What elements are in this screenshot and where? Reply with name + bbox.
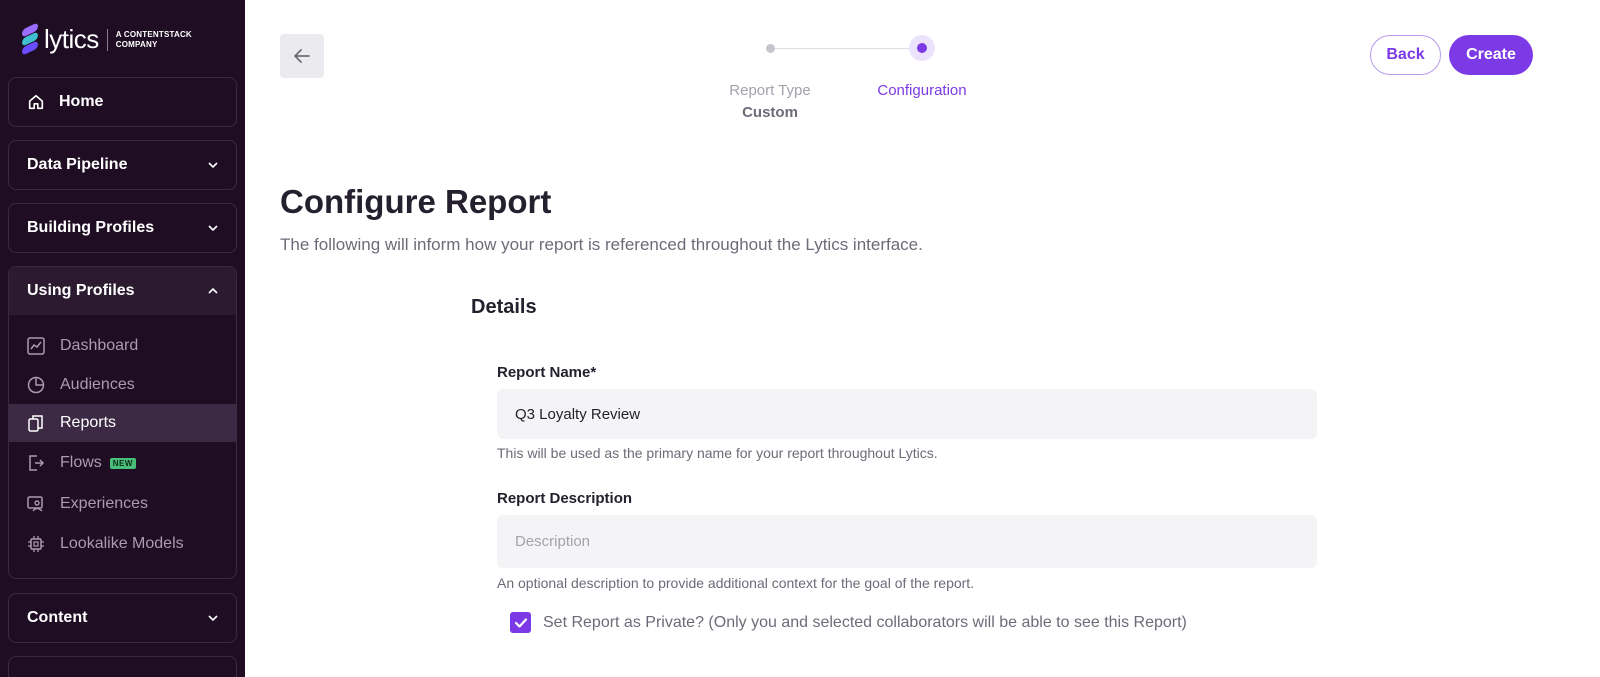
sidebar-item-reports[interactable]: Reports (9, 404, 236, 442)
nav-data-pipeline-label: Data Pipeline (27, 156, 128, 173)
nav-content[interactable]: Content (8, 593, 237, 643)
step-configuration-label: Configuration (877, 82, 967, 99)
sidebar-item-experiences[interactable]: Experiences (9, 484, 236, 524)
lytics-logo[interactable]: lytics A CONTENTSTACK COMPANY (22, 21, 192, 56)
chevron-up-icon (208, 287, 218, 294)
checkmark-icon (514, 617, 527, 628)
create-button[interactable]: Create (1449, 35, 1533, 75)
arrow-left-icon (294, 49, 310, 63)
page-subtitle: The following will inform how your repor… (280, 235, 923, 254)
chevron-down-icon (208, 615, 218, 622)
nav-building-profiles[interactable]: Building Profiles (8, 203, 237, 253)
sidebar-item-flows[interactable]: Flows NEW (9, 442, 236, 484)
nav-home-label: Home (59, 93, 104, 110)
private-checkbox-label: Set Report as Private? (Only you and sel… (543, 613, 1187, 631)
report-description-help: An optional description to provide addit… (497, 575, 975, 591)
section-title-details: Details (471, 296, 537, 318)
step-report-type-label: Report Type (729, 82, 811, 99)
logo-mark-icon (22, 21, 40, 56)
nav-more[interactable] (8, 656, 237, 677)
stepper-line (770, 48, 922, 49)
new-badge: NEW (109, 457, 136, 469)
home-icon (28, 94, 44, 110)
chip-icon (27, 535, 45, 553)
nav-content-label: Content (27, 609, 88, 626)
stepper: Report Type Custom Configuration (700, 30, 1020, 130)
pie-chart-icon (27, 376, 45, 394)
private-checkbox-row[interactable]: Set Report as Private? (Only you and sel… (510, 612, 1187, 633)
monitor-user-icon (27, 495, 45, 513)
door-arrow-icon (27, 454, 45, 472)
nav-using-profiles: Using Profiles Dashboard Audiences Repor… (8, 266, 237, 579)
report-name-help: This will be used as the primary name fo… (497, 445, 938, 461)
logo-subtitle: A CONTENTSTACK COMPANY (115, 29, 192, 49)
page-title: Configure Report (280, 183, 552, 220)
nav-using-profiles-label: Using Profiles (27, 282, 135, 299)
report-name-input[interactable] (497, 389, 1317, 439)
step-dot-configuration (909, 35, 935, 61)
nav-home[interactable]: Home (8, 77, 237, 127)
step-dot-report-type (766, 44, 775, 53)
nav-using-profiles-header[interactable]: Using Profiles (9, 267, 236, 315)
nav-data-pipeline[interactable]: Data Pipeline (8, 140, 237, 190)
copy-document-icon (27, 414, 45, 432)
chevron-down-icon (208, 225, 218, 232)
chart-line-icon (27, 337, 45, 355)
chevron-down-icon (208, 162, 218, 169)
sidebar: lytics A CONTENTSTACK COMPANY Home Data … (0, 0, 245, 677)
logo-text: lytics (44, 24, 99, 54)
logo-divider (106, 28, 108, 51)
back-arrow-button[interactable] (280, 34, 324, 78)
sidebar-item-audiences[interactable]: Audiences (9, 365, 236, 404)
report-description-input[interactable] (497, 515, 1317, 568)
step-report-type-value: Custom (742, 104, 798, 121)
sidebar-item-dashboard[interactable]: Dashboard (9, 327, 236, 365)
back-button[interactable]: Back (1370, 35, 1441, 75)
report-description-label: Report Description (497, 490, 633, 507)
report-name-label: Report Name* (497, 364, 597, 381)
sidebar-item-lookalike-models[interactable]: Lookalike Models (9, 524, 236, 563)
required-asterisk: * (590, 364, 597, 381)
private-checkbox[interactable] (510, 612, 531, 633)
nav-building-profiles-label: Building Profiles (27, 219, 155, 236)
